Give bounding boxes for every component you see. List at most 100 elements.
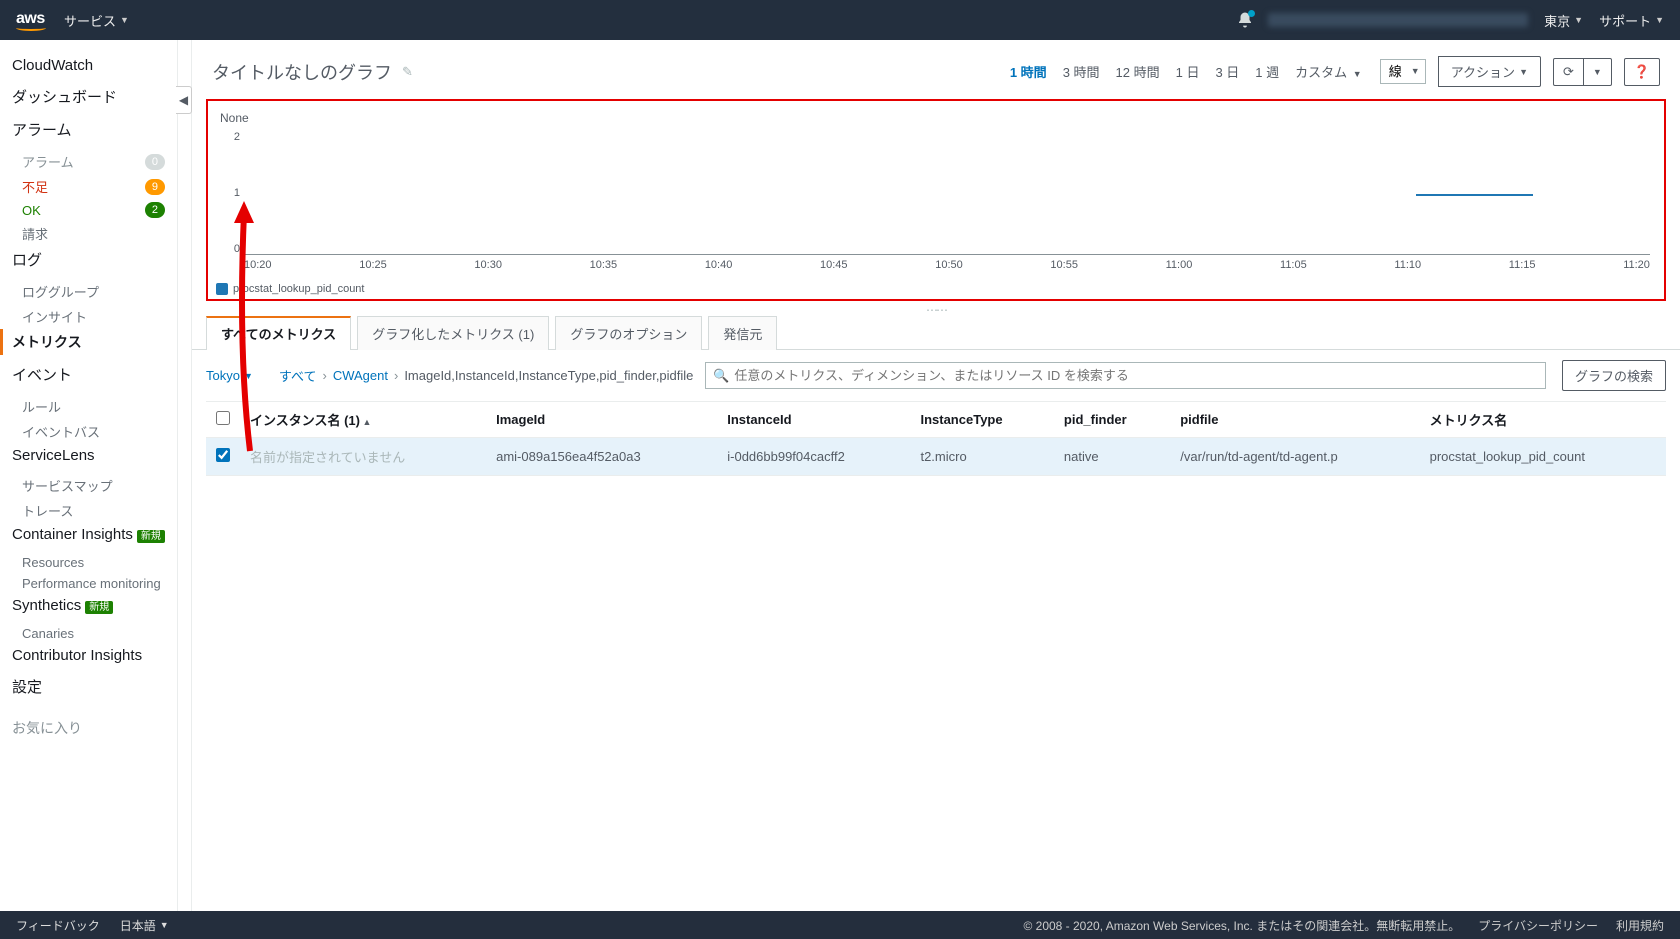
x-tick: 11:15 — [1509, 259, 1536, 281]
sidebar-contributor[interactable]: Contributor Insights — [12, 644, 177, 667]
privacy-link[interactable]: プライバシーポリシー — [1478, 917, 1598, 934]
time-3h[interactable]: 3 時間 — [1057, 58, 1106, 85]
crumb-all[interactable]: すべて — [279, 366, 317, 385]
sidebar-cloudwatch[interactable]: CloudWatch — [12, 54, 177, 77]
tab-source[interactable]: 発信元 — [708, 316, 777, 350]
sidebar-rule[interactable]: ルール — [12, 394, 177, 419]
sidebar-resources[interactable]: Resources — [12, 552, 177, 573]
support-menu[interactable]: サポート▼ — [1599, 11, 1664, 30]
x-tick: 11:05 — [1280, 259, 1307, 281]
cell-image-id: ami-089a156ea4f52a0a3 — [486, 438, 717, 476]
top-nav: aws サービス▼ 東京▼ サポート▼ — [0, 0, 1680, 40]
region-dropdown[interactable]: Tokyo ▼ — [206, 368, 253, 383]
col-instance-id[interactable]: InstanceId — [717, 402, 910, 438]
x-tick: 10:20 — [244, 259, 272, 281]
search-input[interactable] — [705, 362, 1546, 389]
sidebar-item-label: Container Insights — [12, 526, 133, 543]
x-tick: 10:50 — [935, 259, 963, 281]
sidebar-synthetics[interactable]: Synthetics新規 — [12, 594, 177, 617]
crumb-namespace[interactable]: CWAgent — [333, 368, 388, 383]
x-tick: 10:25 — [359, 259, 387, 281]
chart-plot[interactable]: 2 1 0 10:2010:2510:3010:3510:4010:4510:5… — [244, 131, 1650, 281]
sidebar-canaries[interactable]: Canaries — [12, 623, 177, 644]
badge: 9 — [145, 179, 165, 195]
caret-down-icon: ▼ — [1593, 67, 1602, 77]
legend-swatch-icon — [216, 283, 228, 295]
x-axis-labels: 10:2010:2510:3010:3510:4010:4510:5010:55… — [244, 259, 1650, 281]
data-series-line — [1416, 194, 1533, 196]
cell-instance-id: i-0dd6bb99f04cacff2 — [717, 438, 910, 476]
refresh-button[interactable]: ⟳ — [1553, 58, 1584, 86]
cell-instance-name: 名前が指定されていません — [240, 438, 486, 476]
aws-logo[interactable]: aws — [16, 10, 46, 31]
select-all-checkbox[interactable] — [216, 411, 230, 425]
time-3d[interactable]: 3 日 — [1209, 58, 1245, 85]
sidebar-item-label: 不足 — [22, 177, 48, 196]
sidebar-perf[interactable]: Performance monitoring — [12, 573, 177, 594]
col-instance-type[interactable]: InstanceType — [910, 402, 1053, 438]
metric-search[interactable]: 🔍 — [705, 362, 1546, 389]
y-tick: 2 — [220, 131, 240, 143]
sidebar-servicelens[interactable]: ServiceLens — [12, 444, 177, 467]
account-menu[interactable] — [1268, 13, 1528, 27]
time-custom[interactable]: カスタム ▼ — [1289, 58, 1368, 85]
help-button[interactable]: ❓ — [1624, 58, 1660, 86]
refresh-menu-button[interactable]: ▼ — [1583, 58, 1612, 86]
col-metric[interactable]: メトリクス名 — [1420, 402, 1666, 438]
main-content: タイトルなしのグラフ ✎ 1 時間 3 時間 12 時間 1 日 3 日 1 週… — [192, 40, 1680, 911]
sidebar-event[interactable]: イベント — [12, 361, 177, 388]
region-menu[interactable]: 東京▼ — [1544, 11, 1583, 30]
sidebar-collapse[interactable]: ◀ — [178, 40, 192, 911]
row-checkbox[interactable] — [216, 448, 230, 462]
chart-type-select[interactable]: 線 — [1380, 59, 1426, 84]
sidebar-alarm-sub[interactable]: アラーム0 — [12, 149, 177, 174]
time-1h[interactable]: 1 時間 — [1004, 58, 1053, 85]
edit-title-icon[interactable]: ✎ — [402, 64, 413, 80]
chart-legend[interactable]: procstat_lookup_pid_count — [216, 283, 1656, 295]
sidebar-favorites[interactable]: お気に入り — [12, 706, 177, 741]
crumb-sep-icon: › — [394, 368, 398, 383]
badge: 0 — [145, 154, 165, 170]
x-tick: 10:40 — [705, 259, 733, 281]
sidebar-event-bus[interactable]: イベントバス — [12, 419, 177, 444]
graph-search-button[interactable]: グラフの検索 — [1562, 360, 1666, 391]
notifications-icon[interactable] — [1236, 11, 1254, 29]
services-label: サービス — [64, 11, 116, 30]
services-menu[interactable]: サービス▼ — [64, 11, 129, 30]
time-1w[interactable]: 1 週 — [1249, 58, 1285, 85]
time-12h[interactable]: 12 時間 — [1110, 58, 1166, 85]
sidebar-ok[interactable]: OK2 — [12, 199, 177, 221]
resize-handle[interactable] — [192, 307, 1680, 313]
terms-link[interactable]: 利用規約 — [1616, 917, 1664, 934]
actions-button[interactable]: アクション▼ — [1438, 56, 1541, 87]
graph-title: タイトルなしのグラフ — [212, 59, 392, 85]
sidebar-service-map[interactable]: サービスマップ — [12, 473, 177, 498]
sidebar-metrics[interactable]: メトリクス — [0, 329, 177, 355]
sidebar-trace[interactable]: トレース — [12, 498, 177, 523]
sidebar-settings[interactable]: 設定 — [12, 673, 177, 700]
col-image-id[interactable]: ImageId — [486, 402, 717, 438]
tab-all-metrics[interactable]: すべてのメトリクス — [206, 316, 351, 350]
search-icon: 🔍 — [713, 368, 729, 384]
sidebar-log-group[interactable]: ロググループ — [12, 279, 177, 304]
sidebar-alarm[interactable]: アラーム — [12, 116, 177, 143]
tab-graphed[interactable]: グラフ化したメトリクス (1) — [357, 316, 549, 350]
col-pid-finder[interactable]: pid_finder — [1054, 402, 1170, 438]
table-row[interactable]: 名前が指定されていません ami-089a156ea4f52a0a3 i-0dd… — [206, 438, 1666, 476]
help-icon: ❓ — [1634, 64, 1650, 80]
tab-options[interactable]: グラフのオプション — [555, 316, 702, 350]
sidebar-container[interactable]: Container Insights新規 — [12, 523, 177, 546]
sidebar-insight[interactable]: インサイト — [12, 304, 177, 329]
metrics-table: インスタンス名 (1) ImageId InstanceId InstanceT… — [206, 401, 1666, 476]
sidebar-log[interactable]: ログ — [12, 246, 177, 273]
feedback-link[interactable]: フィードバック — [16, 917, 100, 934]
sidebar-insufficient[interactable]: 不足 9 — [12, 174, 177, 199]
sidebar-billing[interactable]: 請求 — [12, 221, 177, 246]
col-pidfile[interactable]: pidfile — [1170, 402, 1419, 438]
col-instance-name[interactable]: インスタンス名 (1) — [240, 402, 486, 438]
label: 日本語 — [120, 917, 156, 934]
x-tick: 11:10 — [1394, 259, 1421, 281]
time-1d[interactable]: 1 日 — [1170, 58, 1206, 85]
language-menu[interactable]: 日本語 ▼ — [120, 917, 169, 934]
sidebar-dashboard[interactable]: ダッシュボード — [12, 83, 177, 110]
